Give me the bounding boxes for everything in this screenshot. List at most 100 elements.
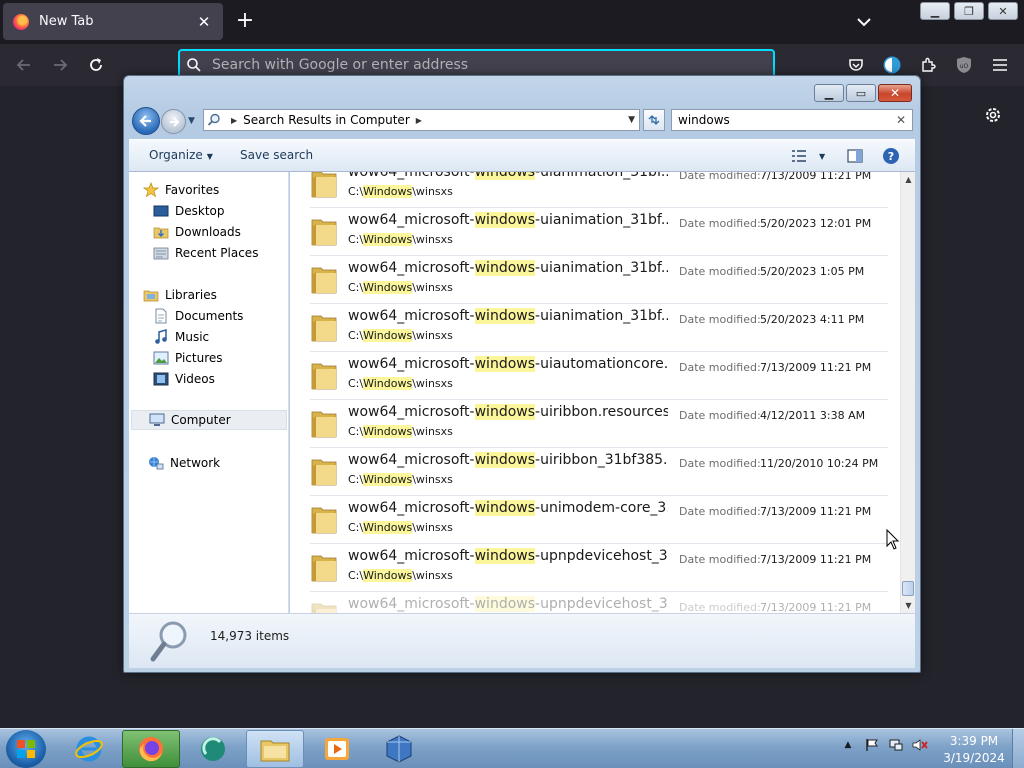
address-bar-placeholder: Search with Google or enter address [212,57,469,73]
search-highlight: Windows [363,521,413,534]
search-highlight: Windows [363,473,413,486]
nav-libraries[interactable]: Libraries [143,285,301,305]
file-row[interactable]: wow64_microsoft-windows-upnpdevicehost_3… [290,592,898,613]
action-center-flag-icon[interactable] [864,737,880,753]
file-path-prefix: C:\ [348,185,364,198]
scroll-down-icon[interactable]: ▼ [901,598,916,613]
explorer-back-button[interactable] [132,107,160,135]
help-button[interactable]: ? [882,146,900,166]
address-history-dropdown-icon[interactable]: ▼ [628,115,635,125]
explorer-address-bar[interactable]: ▶ Search Results in Computer ▶ ▼ [203,109,640,131]
save-search-button[interactable]: Save search [240,148,313,162]
file-row[interactable]: wow64_microsoft-windows-uianimation_31bf… [290,172,898,208]
taskbar-app[interactable] [184,730,242,768]
file-name-prefix: wow64_microsoft- [348,260,475,276]
file-row[interactable]: wow64_microsoft-windows-uianimation_31bf… [290,304,898,352]
refresh-button[interactable] [643,109,665,131]
taskbar-firefox[interactable] [122,730,180,768]
file-row[interactable]: wow64_microsoft-windows-unimodem-core_3.… [290,496,898,544]
nav-music[interactable]: Music [153,327,311,347]
file-name: wow64_microsoft-windows-uiribbon.resourc… [348,404,668,420]
chevron-down-icon[interactable]: ▼ [819,152,825,161]
nav-videos[interactable]: Videos [153,369,311,389]
nav-label: Favorites [165,183,220,197]
new-tab-button[interactable]: + [233,10,257,32]
close-tab-icon[interactable]: ✕ [195,13,213,31]
explorer-maximize-button[interactable]: ▭ [846,84,876,102]
preview-pane-button[interactable] [847,146,863,166]
clear-search-icon[interactable]: ✕ [896,113,906,127]
taskbar-virtualbox[interactable] [370,730,428,768]
nav-downloads[interactable]: Downloads [153,222,311,242]
file-row[interactable]: wow64_microsoft-windows-uiribbon_31bf385… [290,448,898,496]
start-button[interactable] [6,730,46,768]
gear-icon[interactable] [982,104,1004,126]
network-icon [148,456,164,470]
nav-recent-places[interactable]: Recent Places [153,243,311,263]
change-view-button[interactable]: ▼ [791,146,825,166]
taskbar-windows-explorer[interactable] [246,730,304,768]
file-name-prefix: wow64_microsoft- [348,172,475,180]
file-row[interactable]: wow64_microsoft-windows-upnpdevicehost_3… [290,544,898,592]
pocket-button[interactable] [845,54,867,76]
ublock-button[interactable]: uO [953,54,975,76]
file-name: wow64_microsoft-windows-uianimation_31bf… [348,260,668,276]
file-path: C:\Windows\winsxs [348,425,453,438]
browser-tab[interactable]: New Tab ✕ [3,3,223,40]
taskbar-internet-explorer[interactable] [60,730,118,768]
file-name-prefix: wow64_microsoft- [348,308,475,324]
file-name-prefix: wow64_microsoft- [348,356,475,372]
computer-icon [149,413,165,427]
file-row[interactable]: wow64_microsoft-windows-uiribbon.resourc… [290,400,898,448]
breadcrumb[interactable]: Search Results in Computer [243,113,410,127]
explorer-forward-button[interactable] [161,109,186,134]
clock[interactable]: 3:39 PM 3/19/2024 [940,733,1008,767]
restore-button[interactable]: ❐ [954,2,984,20]
organize-menu[interactable]: Organize ▼ [149,148,213,162]
app-menu-button[interactable] [989,54,1011,76]
show-hidden-icons-icon[interactable]: ▲ [840,737,856,753]
folder-icon [310,503,338,535]
scroll-up-icon[interactable]: ▲ [901,172,916,187]
taskbar-media-player[interactable] [308,730,366,768]
forward-button[interactable] [49,54,71,76]
minimize-button[interactable]: ▁ [920,2,950,20]
date-modified-value: 7/13/2009 11:21 PM [760,505,872,518]
file-path-suffix: \winsxs [412,185,453,198]
file-row[interactable]: wow64_microsoft-windows-uianimation_31bf… [290,208,898,256]
breadcrumb-separator-icon[interactable]: ▶ [231,116,237,125]
date-modified-label: Date modified: [679,409,761,422]
file-name-prefix: wow64_microsoft- [348,452,475,468]
nav-pictures[interactable]: Pictures [153,348,311,368]
nav-documents[interactable]: Documents [153,306,311,326]
file-row[interactable]: wow64_microsoft-windows-uianimation_31bf… [290,256,898,304]
nav-network[interactable]: Network [148,453,306,473]
explorer-search-input[interactable]: windows ✕ [671,109,913,131]
nav-label: Network [170,456,221,470]
network-status-icon[interactable] [888,737,904,753]
recent-pages-dropdown-icon[interactable]: ▼ [188,116,195,126]
nav-desktop[interactable]: Desktop [153,201,311,221]
media-player-icon [325,738,349,760]
extensions-button[interactable] [917,54,939,76]
nav-computer[interactable]: Computer [131,410,287,430]
nav-favorites[interactable]: Favorites [143,180,301,200]
scrollbar-thumb[interactable] [902,581,914,596]
account-button[interactable] [881,54,903,76]
breadcrumb-separator-icon[interactable]: ▶ [416,116,422,125]
reload-button[interactable] [85,54,107,76]
date-modified-label: Date modified: [679,217,761,230]
file-name: wow64_microsoft-windows-unimodem-core_3.… [348,500,668,516]
list-all-tabs-icon[interactable] [854,12,874,32]
vertical-scrollbar[interactable]: ▲ ▼ [900,172,915,613]
explorer-minimize-button[interactable]: ▁ [814,84,844,102]
volume-muted-icon[interactable] [912,737,928,753]
back-button[interactable] [13,54,35,76]
close-window-button[interactable]: ✕ [988,2,1018,20]
search-highlight: Windows [363,281,413,294]
file-row[interactable]: wow64_microsoft-windows-uiautomationcore… [290,352,898,400]
windows-logo-icon [17,740,35,758]
search-highlight: windows [474,260,536,276]
show-desktop-button[interactable] [1012,729,1024,768]
explorer-close-button[interactable]: ✕ [878,84,912,102]
